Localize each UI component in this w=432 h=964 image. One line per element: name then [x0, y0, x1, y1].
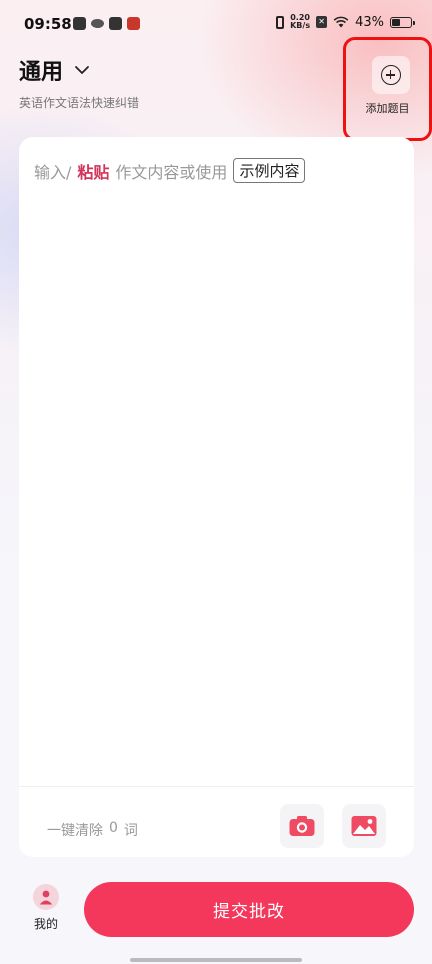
- status-indicators: 0.20 KB/s ✕ 43%: [276, 13, 415, 30]
- page-subtitle: 英语作文语法快速纠错: [19, 96, 140, 110]
- example-content-button[interactable]: 示例内容: [233, 158, 306, 183]
- app-notification-icon: [88, 17, 107, 30]
- gallery-button[interactable]: [342, 804, 386, 848]
- vibrate-icon: [276, 15, 285, 29]
- camera-button[interactable]: [280, 804, 324, 848]
- prompt-middle: 作文内容或使用: [115, 162, 228, 182]
- editor-divider: [19, 786, 414, 787]
- no-sim-icon: ✕: [316, 16, 328, 28]
- mode-selector[interactable]: 通用: [19, 54, 91, 86]
- notification-icons: [73, 17, 140, 30]
- battery-icon: [390, 16, 415, 28]
- user-icon: [39, 890, 53, 905]
- network-speed: 0.20 KB/s: [290, 13, 311, 30]
- image-icon: [351, 816, 377, 836]
- word-unit: 词: [123, 823, 138, 839]
- add-topic-button[interactable]: [372, 56, 410, 94]
- add-topic-label[interactable]: 添加题目: [346, 100, 429, 116]
- clear-all-button[interactable]: 一键清除: [47, 820, 103, 840]
- mine-label: 我的: [33, 917, 58, 931]
- app-notification-icon: [73, 17, 86, 30]
- camera-icon: [289, 816, 315, 836]
- add-topic-highlight: 添加题目: [343, 37, 432, 141]
- word-count: 0: [109, 820, 118, 836]
- avatar: [33, 884, 59, 910]
- plus-circle-icon: [381, 65, 401, 85]
- app-notification-icon: [127, 17, 140, 30]
- submit-button[interactable]: 提交批改: [84, 882, 414, 937]
- mode-title: 通用: [19, 60, 64, 85]
- battery-level-fill: [392, 18, 400, 26]
- home-indicator[interactable]: [130, 958, 302, 962]
- prompt-prefix: 输入/: [34, 162, 72, 182]
- status-time: 09:58: [24, 15, 72, 33]
- mine-tab[interactable]: 我的: [25, 884, 67, 932]
- paste-link[interactable]: 粘贴: [77, 159, 109, 183]
- app-notification-icon: [109, 17, 122, 30]
- chevron-down-icon: [75, 66, 89, 74]
- essay-editor[interactable]: 输入/ 粘贴 作文内容或使用 示例内容 一键清除 0 词: [19, 137, 414, 857]
- wifi-icon: [333, 16, 349, 28]
- battery-percent: 43%: [355, 14, 384, 30]
- editor-placeholder: 输入/ 粘贴 作文内容或使用 示例内容: [34, 158, 306, 183]
- editor-footer: 一键清除 0 词: [47, 820, 138, 840]
